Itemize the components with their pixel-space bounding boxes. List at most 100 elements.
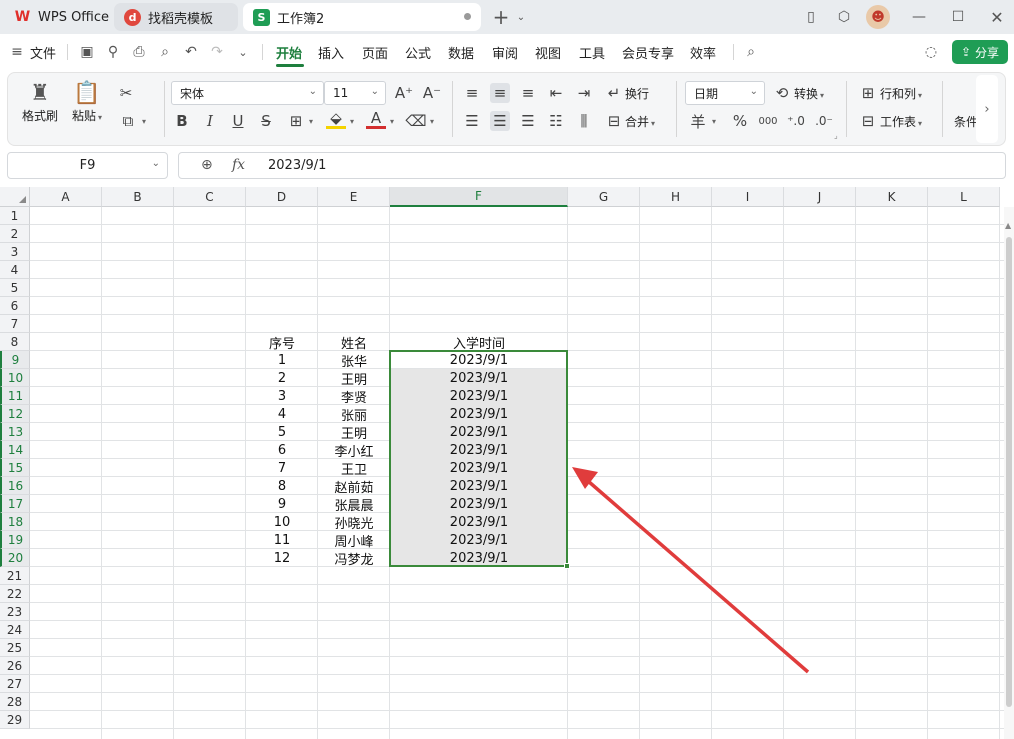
menu-tools[interactable]: 工具: [579, 43, 605, 62]
select-all-corner[interactable]: [0, 187, 30, 207]
thousands-separator-icon[interactable]: 000: [758, 111, 778, 131]
save-icon[interactable]: ▣: [78, 43, 96, 61]
row-header-8[interactable]: 8: [0, 333, 30, 351]
decrease-font-icon[interactable]: A⁻: [422, 83, 442, 103]
search-icon[interactable]: ⌕: [742, 43, 760, 61]
header-cell-seq[interactable]: 序号: [246, 333, 318, 352]
menu-home[interactable]: 开始: [276, 43, 302, 62]
chat-bubble-icon[interactable]: ◌: [922, 43, 940, 61]
avatar[interactable]: ☻: [866, 5, 890, 29]
row-header-14[interactable]: 14: [0, 441, 30, 459]
vertical-scrollbar[interactable]: ▲: [1004, 207, 1014, 739]
row-header-15[interactable]: 15: [0, 459, 30, 477]
tab-wps-office[interactable]: W WPS Office: [4, 3, 110, 31]
tab-docer-templates[interactable]: d 找稻壳模板: [114, 3, 238, 31]
cube-icon[interactable]: ⬡: [833, 6, 855, 28]
row-header-4[interactable]: 4: [0, 261, 30, 279]
fill-handle[interactable]: [564, 563, 570, 569]
distributed-icon[interactable]: ⫼: [574, 111, 594, 131]
wrap-text-icon[interactable]: ↵: [604, 83, 624, 103]
menu-file[interactable]: 文件: [30, 43, 56, 62]
column-header-g[interactable]: G: [568, 187, 640, 207]
font-name-select[interactable]: 宋体 ⌄: [171, 81, 324, 105]
minimize-icon[interactable]: —: [908, 6, 930, 28]
align-top-icon[interactable]: ≡: [462, 83, 482, 103]
convert-icon[interactable]: ⟲: [772, 83, 792, 103]
column-header-j[interactable]: J: [784, 187, 856, 207]
cell-seq[interactable]: 9: [246, 495, 318, 513]
clear-format-eraser-icon[interactable]: ⌫: [405, 111, 426, 131]
menu-page[interactable]: 页面: [362, 43, 388, 62]
formula-bar[interactable]: ⊕ fx 2023/9/1: [178, 152, 1006, 179]
scroll-up-icon[interactable]: ▲: [1005, 221, 1011, 230]
merge-button[interactable]: 合并 ▾: [625, 113, 655, 130]
row-header-5[interactable]: 5: [0, 279, 30, 297]
menu-formula[interactable]: 公式: [405, 43, 431, 62]
reading-mode-icon[interactable]: ▯: [800, 6, 822, 28]
cell-name[interactable]: 张华: [318, 351, 390, 370]
cell-seq[interactable]: 11: [246, 531, 318, 549]
justify-icon[interactable]: ☷: [546, 111, 566, 131]
column-header-a[interactable]: A: [30, 187, 102, 207]
wrap-text-button[interactable]: 换行: [625, 85, 649, 102]
cell-name[interactable]: 李贤: [318, 387, 390, 406]
redo-icon[interactable]: ↷: [208, 43, 226, 61]
cell-seq[interactable]: 3: [246, 387, 318, 405]
decrease-decimal-icon[interactable]: .0⁻: [814, 111, 834, 131]
cell-seq[interactable]: 5: [246, 423, 318, 441]
underline-button[interactable]: U: [228, 111, 248, 131]
cell-seq[interactable]: 6: [246, 441, 318, 459]
format-painter-button[interactable]: ♜ 格式刷: [22, 81, 58, 124]
row-header-16[interactable]: 16: [0, 477, 30, 495]
decrease-indent-icon[interactable]: ⇤: [546, 83, 566, 103]
increase-font-icon[interactable]: A⁺: [394, 83, 414, 103]
cell-name[interactable]: 孙晓光: [318, 513, 390, 532]
menu-review[interactable]: 审阅: [492, 43, 518, 62]
ribbon-scroll-right-icon[interactable]: ›: [976, 75, 998, 143]
cell-seq[interactable]: 2: [246, 369, 318, 387]
row-header-21[interactable]: 21: [0, 567, 30, 585]
row-header-20[interactable]: 20: [0, 549, 30, 567]
align-left-icon[interactable]: ☰: [462, 111, 482, 131]
row-header-3[interactable]: 3: [0, 243, 30, 261]
fx-icon[interactable]: fx: [232, 157, 245, 173]
row-header-17[interactable]: 17: [0, 495, 30, 513]
row-header-9[interactable]: 9: [0, 351, 30, 369]
cell-seq[interactable]: 1: [246, 351, 318, 369]
increase-indent-icon[interactable]: ⇥: [574, 83, 594, 103]
row-header-25[interactable]: 25: [0, 639, 30, 657]
cell-name[interactable]: 张丽: [318, 405, 390, 424]
row-header-28[interactable]: 28: [0, 693, 30, 711]
menu-efficiency[interactable]: 效率: [690, 43, 716, 62]
column-header-b[interactable]: B: [102, 187, 174, 207]
column-header-l[interactable]: L: [928, 187, 1000, 207]
italic-button[interactable]: I: [200, 111, 220, 131]
zoom-search-icon[interactable]: ⊕: [201, 157, 213, 173]
percent-icon[interactable]: %: [730, 111, 750, 131]
header-cell-name[interactable]: 姓名: [318, 333, 390, 352]
scrollbar-thumb[interactable]: [1006, 237, 1012, 707]
row-header-29[interactable]: 29: [0, 711, 30, 729]
currency-icon[interactable]: 羊: [688, 111, 708, 131]
borders-icon[interactable]: ⊞: [286, 111, 306, 131]
column-header-h[interactable]: H: [640, 187, 712, 207]
close-icon[interactable]: ✕: [986, 6, 1008, 28]
row-header-11[interactable]: 11: [0, 387, 30, 405]
menu-data[interactable]: 数据: [448, 43, 474, 62]
fill-color-icon[interactable]: ⬙: [326, 109, 346, 129]
cell-name[interactable]: 张晨晨: [318, 495, 390, 514]
cell-name[interactable]: 王明: [318, 423, 390, 442]
spreadsheet-grid[interactable]: A B C D E F G H I J K L 1 2 3 4 5 6 7 8 9 10 11 12 13 14 15 16 17 18 1…: [0, 187, 1004, 739]
formula-input[interactable]: 2023/9/1: [268, 158, 326, 173]
font-size-select[interactable]: 11 ⌄: [324, 81, 386, 105]
menu-insert[interactable]: 插入: [318, 43, 344, 62]
maximize-icon[interactable]: ☐: [947, 6, 969, 28]
row-header-24[interactable]: 24: [0, 621, 30, 639]
align-right-icon[interactable]: ☰: [518, 111, 538, 131]
merge-cells-icon[interactable]: ⊟: [604, 111, 624, 131]
rows-cols-icon[interactable]: ⊞: [858, 83, 878, 103]
cell-seq[interactable]: 8: [246, 477, 318, 495]
row-header-26[interactable]: 26: [0, 657, 30, 675]
row-header-2[interactable]: 2: [0, 225, 30, 243]
menu-member[interactable]: 会员专享: [622, 43, 674, 62]
